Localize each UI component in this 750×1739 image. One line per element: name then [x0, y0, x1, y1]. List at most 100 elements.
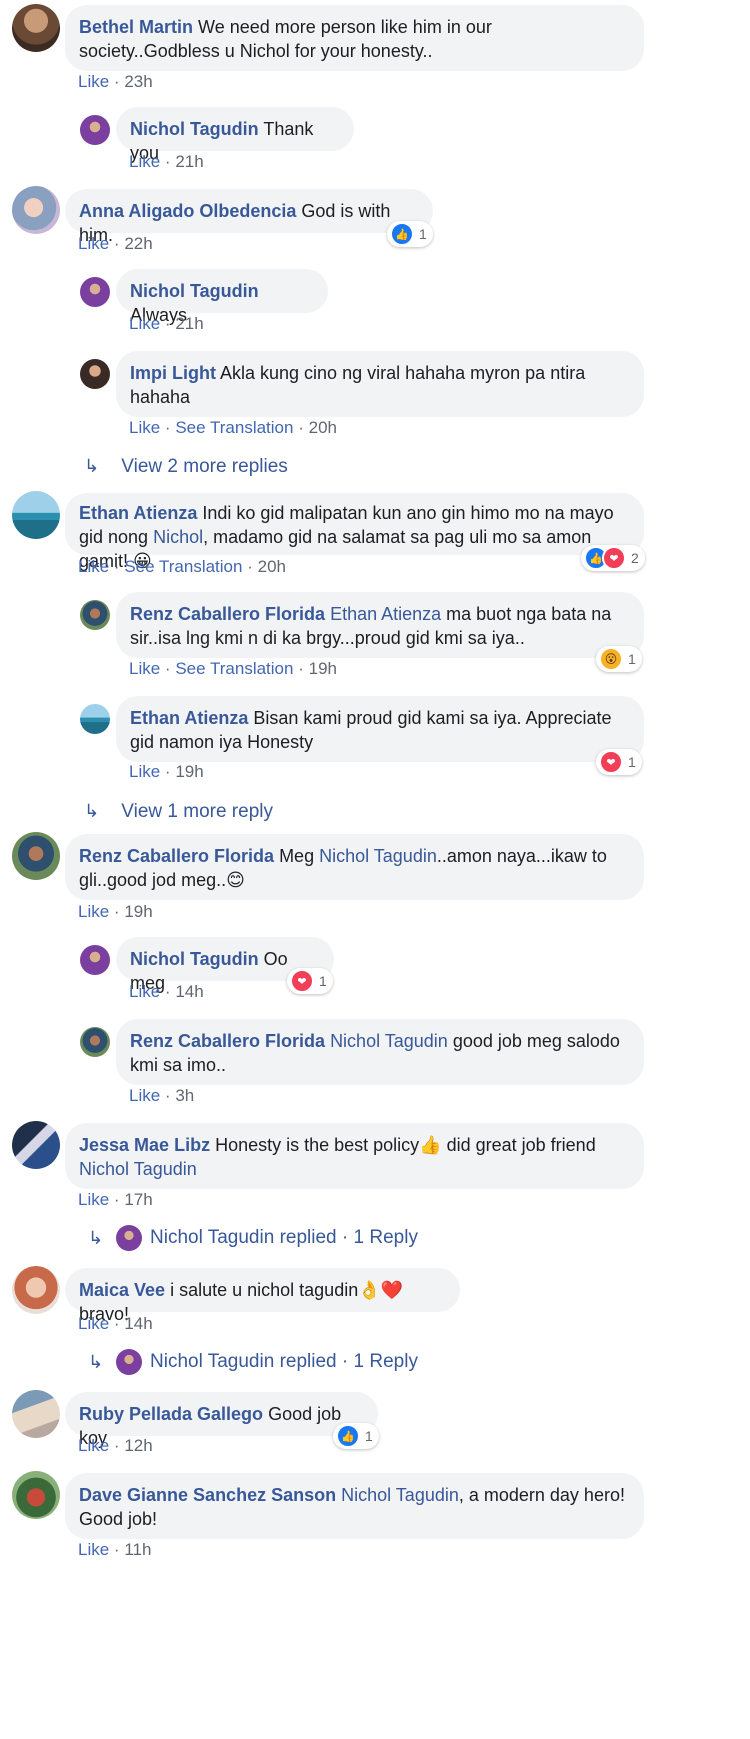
- comment-author[interactable]: Renz Caballero Florida: [130, 1031, 325, 1051]
- timestamp[interactable]: 19h: [124, 902, 152, 921]
- comment-author[interactable]: Ethan Atienza: [79, 503, 197, 523]
- avatar[interactable]: [12, 1266, 60, 1314]
- love-reaction-icon: ❤: [599, 750, 623, 774]
- avatar[interactable]: [80, 704, 110, 734]
- mention-link[interactable]: Nichol Tagudin: [319, 846, 437, 866]
- comment-author[interactable]: Bethel Martin: [79, 17, 193, 37]
- avatar[interactable]: [12, 1471, 60, 1519]
- comment-author[interactable]: Jessa Mae Libz: [79, 1135, 210, 1155]
- separator: ·: [164, 1086, 171, 1105]
- avatar[interactable]: [80, 945, 110, 975]
- like-button[interactable]: Like: [129, 1086, 160, 1105]
- reaction-count: 2: [631, 550, 639, 566]
- reaction-summary[interactable]: 👍 ❤ 2: [581, 545, 645, 571]
- replies-summary-link[interactable]: ↳ Nichol Tagudin replied · 1 Reply: [88, 1225, 418, 1251]
- comment-author[interactable]: Maica Vee: [79, 1280, 165, 1300]
- avatar[interactable]: [80, 359, 110, 389]
- reply-arrow-icon: ↳: [88, 1351, 104, 1372]
- view-more-replies-link[interactable]: ↳ View 2 more replies: [84, 456, 288, 478]
- like-reaction-icon: 👍: [390, 222, 414, 246]
- avatar[interactable]: [80, 600, 110, 630]
- like-button[interactable]: Like: [78, 1314, 109, 1333]
- love-reaction-icon: ❤: [290, 969, 314, 993]
- timestamp[interactable]: 22h: [124, 234, 152, 253]
- comment-meta: Like · 21h: [129, 152, 204, 172]
- comment-bubble: Impi Light Akla kung cino ng viral hahah…: [116, 351, 644, 417]
- comment-author[interactable]: Dave Gianne Sanchez Sanson: [79, 1485, 336, 1505]
- replied-label: replied: [279, 1351, 337, 1372]
- see-translation-link[interactable]: See Translation: [175, 418, 293, 437]
- avatar[interactable]: [80, 1027, 110, 1057]
- like-button[interactable]: Like: [78, 1190, 109, 1209]
- timestamp[interactable]: 17h: [124, 1190, 152, 1209]
- like-button[interactable]: Like: [78, 1540, 109, 1559]
- reaction-summary[interactable]: ❤ 1: [596, 749, 642, 775]
- comment-author[interactable]: Ethan Atienza: [130, 708, 248, 728]
- view-more-replies-link[interactable]: ↳ View 1 more reply: [84, 801, 273, 823]
- like-button[interactable]: Like: [129, 152, 160, 171]
- avatar[interactable]: [12, 491, 60, 539]
- comment-bubble: Renz Caballero Florida Meg Nichol Tagudi…: [65, 834, 644, 900]
- comment-bubble: Ethan Atienza Bisan kami proud gid kami …: [116, 696, 644, 762]
- timestamp[interactable]: 23h: [124, 72, 152, 91]
- reaction-summary[interactable]: ❤ 1: [287, 968, 333, 994]
- timestamp[interactable]: 19h: [309, 659, 337, 678]
- avatar[interactable]: [12, 186, 60, 234]
- timestamp[interactable]: 14h: [175, 982, 203, 1001]
- timestamp[interactable]: 20h: [258, 557, 286, 576]
- timestamp[interactable]: 3h: [175, 1086, 194, 1105]
- like-button[interactable]: Like: [129, 659, 160, 678]
- avatar[interactable]: [12, 1121, 60, 1169]
- avatar[interactable]: [12, 832, 60, 880]
- reaction-summary[interactable]: 😮 1: [596, 646, 642, 672]
- mention-link[interactable]: Nichol Tagudin: [341, 1485, 459, 1505]
- mention-link[interactable]: Nichol Tagudin: [79, 1159, 197, 1179]
- comment-author[interactable]: Ruby Pellada Gallego: [79, 1404, 263, 1424]
- avatar[interactable]: [12, 4, 60, 52]
- like-button[interactable]: Like: [129, 418, 160, 437]
- see-translation-link[interactable]: See Translation: [124, 557, 242, 576]
- like-button[interactable]: Like: [78, 902, 109, 921]
- like-button[interactable]: Like: [129, 762, 160, 781]
- timestamp[interactable]: 21h: [175, 152, 203, 171]
- avatar[interactable]: [12, 1390, 60, 1438]
- mention-link[interactable]: Ethan Atienza: [330, 604, 441, 624]
- love-reaction-icon: ❤: [602, 546, 626, 570]
- comment-bubble: Anna Aligado Olbedencia God is with him.: [65, 189, 433, 245]
- replies-summary-link[interactable]: ↳ Nichol Tagudin replied · 1 Reply: [88, 1349, 418, 1375]
- separator: ·: [164, 659, 171, 678]
- timestamp[interactable]: 11h: [124, 1540, 151, 1559]
- comment-author[interactable]: Renz Caballero Florida: [130, 604, 325, 624]
- avatar[interactable]: [80, 277, 110, 307]
- comment-author[interactable]: Nichol Tagudin: [130, 119, 259, 139]
- avatar[interactable]: [80, 115, 110, 145]
- comment-author[interactable]: Nichol Tagudin: [130, 281, 259, 301]
- replier-name: Nichol Tagudin: [150, 1227, 275, 1248]
- comment-author[interactable]: Impi Light: [130, 363, 216, 383]
- like-button[interactable]: Like: [129, 314, 160, 333]
- like-button[interactable]: Like: [129, 982, 160, 1001]
- timestamp[interactable]: 21h: [175, 314, 203, 333]
- timestamp[interactable]: 20h: [309, 418, 337, 437]
- timestamp[interactable]: 12h: [124, 1436, 152, 1455]
- like-button[interactable]: Like: [78, 234, 109, 253]
- see-translation-link[interactable]: See Translation: [175, 659, 293, 678]
- avatar: [116, 1225, 142, 1251]
- like-button[interactable]: Like: [78, 557, 109, 576]
- comment-bubble: Nichol Tagudin Always: [116, 269, 328, 325]
- timestamp[interactable]: 19h: [175, 762, 203, 781]
- reaction-summary[interactable]: 👍 1: [333, 1423, 379, 1449]
- comment-author[interactable]: Renz Caballero Florida: [79, 846, 274, 866]
- timestamp[interactable]: 14h: [124, 1314, 152, 1333]
- mention-link[interactable]: Nichol: [153, 527, 203, 547]
- mention-link[interactable]: Nichol Tagudin: [330, 1031, 448, 1051]
- like-button[interactable]: Like: [78, 1436, 109, 1455]
- comment-author[interactable]: Anna Aligado Olbedencia: [79, 201, 296, 221]
- separator: ·: [298, 418, 304, 437]
- comment-author[interactable]: Nichol Tagudin: [130, 949, 259, 969]
- like-button[interactable]: Like: [78, 72, 109, 91]
- separator: ·: [113, 1190, 120, 1209]
- reaction-summary[interactable]: 👍 1: [387, 221, 433, 247]
- view-more-label: View 2 more replies: [121, 456, 288, 477]
- comment-meta: Like · See Translation · 19h: [129, 659, 337, 679]
